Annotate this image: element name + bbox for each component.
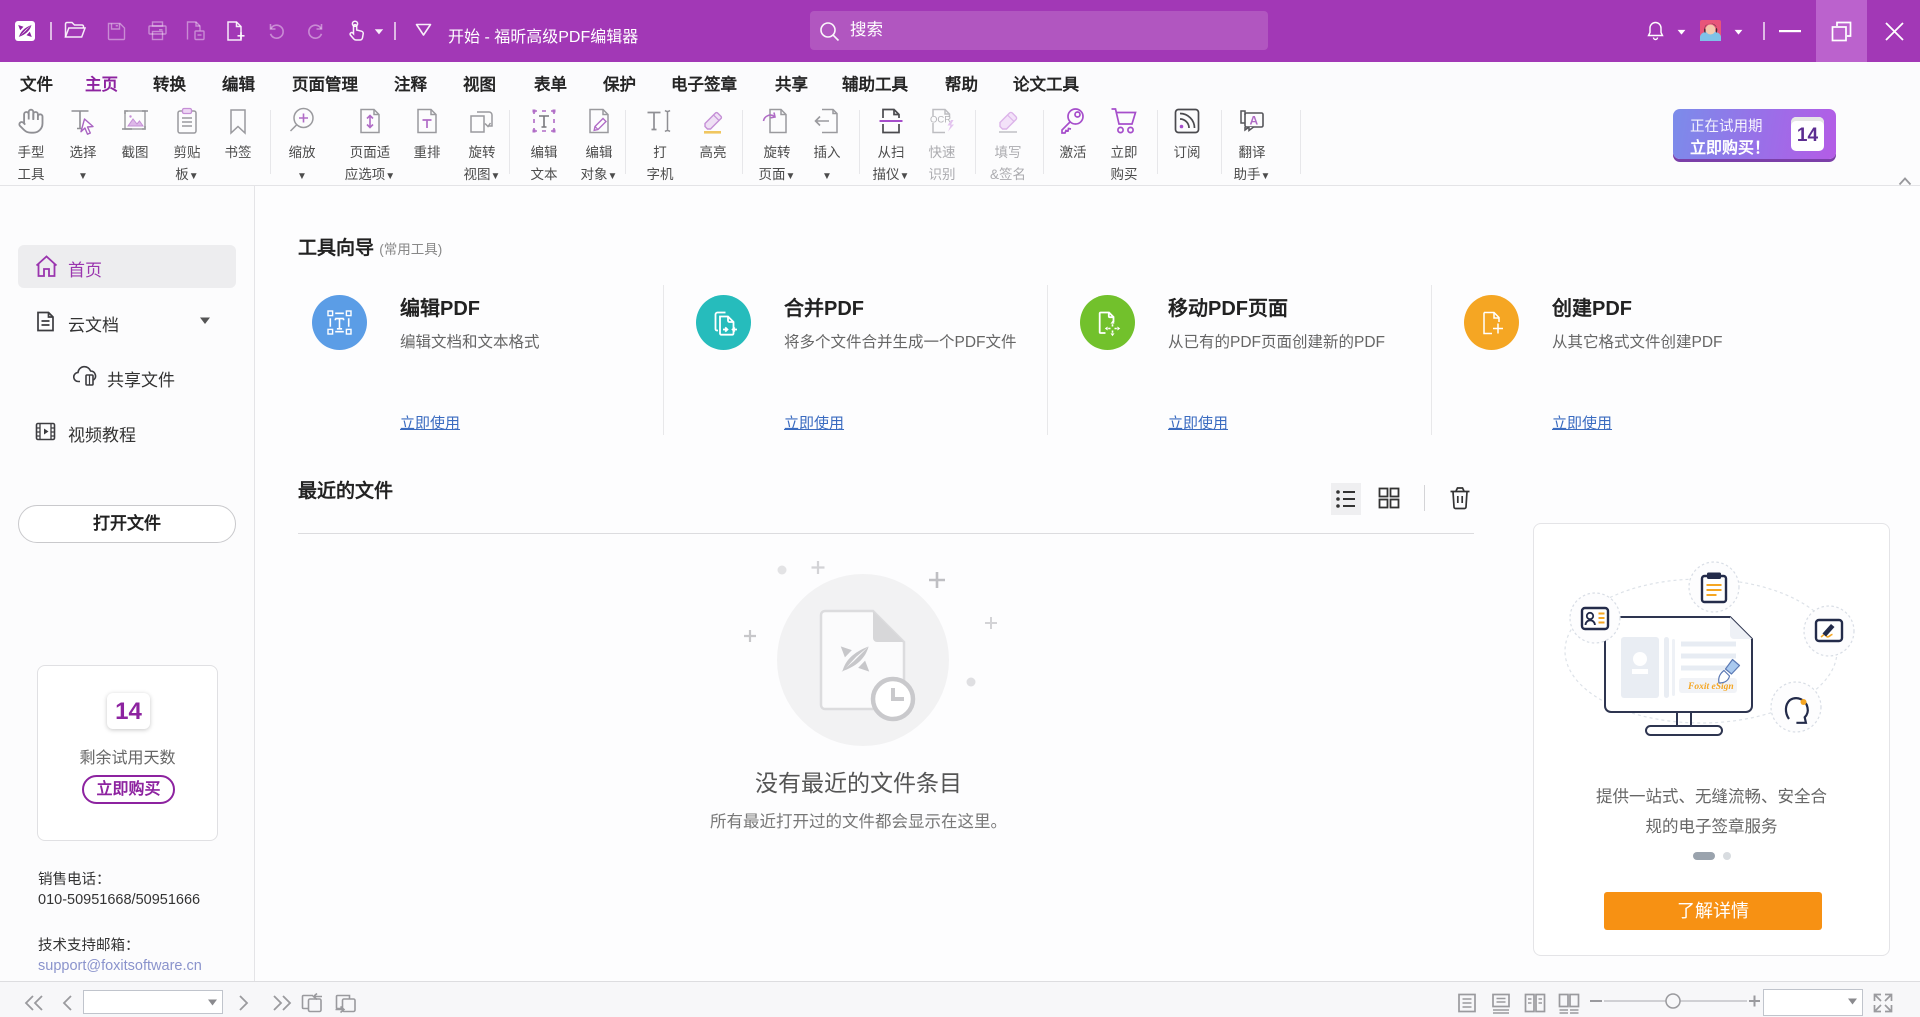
svg-text:OCR: OCR: [930, 115, 951, 126]
svg-text:A: A: [1250, 114, 1259, 128]
svg-text:Foxit eSign: Foxit eSign: [1687, 682, 1734, 692]
